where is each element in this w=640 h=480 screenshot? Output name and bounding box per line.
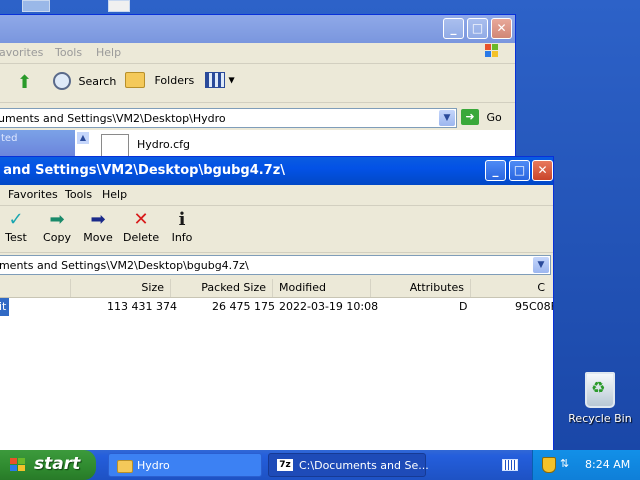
folder-icon (117, 460, 133, 473)
sevenzip-toolbar: ✓ Test ➡ Copy ➡ Move ✕ Delete i Info (0, 206, 553, 253)
delete-icon: ✕ (133, 209, 149, 230)
explorer-address-text: cuments and Settings\VM2\Desktop\Hydro (0, 112, 226, 125)
sevenzip-address-bar[interactable]: uments and Settings\VM2\Desktop\bgubg4.7… (0, 255, 551, 275)
7zip-icon: 7z (277, 459, 293, 471)
copy-icon: ➡ (49, 209, 65, 230)
start-label: start (34, 454, 81, 474)
explorer-menubar: avorites Tools Help (0, 43, 515, 64)
scroll-up-icon[interactable]: ▲ (77, 132, 89, 144)
move-icon: ➡ (90, 209, 106, 230)
taskbar: start Hydro 7z C:\Documents and Se... ⇅ … (0, 450, 640, 480)
test-button[interactable]: ✓ Test (1, 209, 31, 244)
delete-label: Delete (123, 231, 160, 244)
sevenzip-address-text: uments and Settings\VM2\Desktop\bgubg4.7… (0, 259, 249, 272)
search-button[interactable]: Search (53, 72, 116, 90)
recycle-bin-icon (585, 372, 615, 408)
sevenzip-titlebar[interactable]: s and Settings\VM2\Desktop\bgubg4.7z\ _ … (0, 157, 553, 185)
windows-flag-icon (10, 458, 26, 472)
start-button[interactable]: start (0, 450, 96, 480)
clock[interactable]: 8:24 AM (585, 458, 630, 471)
go-arrow-icon: ➜ (461, 109, 479, 125)
move-label: Move (83, 231, 113, 244)
move-button[interactable]: ➡ Move (81, 209, 115, 244)
minimize-button[interactable]: _ (443, 18, 464, 39)
desktop-icon-top-2[interactable] (108, 0, 130, 12)
folders-icon (125, 72, 145, 88)
chevron-down-icon: ▼ (228, 75, 235, 85)
column-name[interactable] (0, 279, 71, 297)
list-header: Size Packed Size Modified Attributes C (0, 279, 553, 298)
taskbar-item-7zip[interactable]: 7z C:\Documents and Se... (268, 453, 429, 477)
security-shield-icon[interactable] (542, 457, 556, 473)
column-modified[interactable]: Modified (273, 279, 371, 297)
delete-button[interactable]: ✕ Delete (123, 209, 159, 244)
maximize-button[interactable]: □ (467, 18, 488, 39)
file-name: Hydro.cfg (137, 138, 190, 151)
row-name: it (0, 298, 9, 316)
windows-logo-icon (483, 42, 501, 60)
window-title: s and Settings\VM2\Desktop\bgubg4.7z\ (0, 163, 286, 178)
row-attributes: D (459, 300, 468, 313)
copy-button[interactable]: ➡ Copy (41, 209, 73, 244)
views-icon (205, 72, 225, 88)
search-icon (53, 72, 71, 90)
copy-label: Copy (43, 231, 71, 244)
row-crc: 95C08F (515, 300, 554, 313)
column-packed-size[interactable]: Packed Size (171, 279, 273, 297)
test-label: Test (5, 231, 27, 244)
minimize-button[interactable]: _ (485, 160, 506, 181)
taskbar-item-label: C:\Documents and Se... (299, 459, 429, 472)
menu-favorites[interactable]: avorites (0, 46, 43, 59)
menu-help[interactable]: Help (96, 46, 121, 59)
up-folder-icon[interactable]: ⬆ (17, 72, 32, 93)
system-tray: ⇅ 8:24 AM (532, 450, 640, 480)
explorer-titlebar[interactable]: _ □ ✕ (0, 15, 515, 43)
menu-tools[interactable]: Tools (55, 46, 82, 59)
address-dropdown-icon[interactable]: ▼ (533, 257, 549, 273)
menu-help[interactable]: Help (102, 188, 127, 201)
recycle-bin-label: Recycle Bin (568, 412, 632, 425)
address-dropdown-icon[interactable]: ▼ (439, 110, 455, 126)
test-icon: ✓ (8, 209, 24, 230)
taskbar-item-label: Hydro (137, 459, 170, 472)
sevenzip-menubar: Favorites Tools Help (0, 185, 553, 206)
column-size[interactable]: Size (71, 279, 171, 297)
menu-favorites[interactable]: Favorites (8, 188, 58, 201)
go-label: Go (486, 110, 502, 124)
desktop-icon-top-1[interactable] (22, 0, 50, 12)
row-modified: 2022-03-19 10:08 (279, 300, 379, 313)
network-icon[interactable]: ⇅ (560, 457, 574, 471)
info-label: Info (171, 231, 193, 244)
folders-button[interactable]: Folders (125, 72, 194, 88)
menu-tools[interactable]: Tools (65, 188, 92, 201)
taskbar-item-hydro[interactable]: Hydro (108, 453, 262, 477)
views-button[interactable]: ▼ (205, 72, 235, 88)
row-packed-size: 26 475 175 (212, 300, 275, 313)
table-row[interactable]: it 113 431 374 26 475 175 2022-03-19 10:… (0, 298, 553, 316)
row-size: 113 431 374 (107, 300, 177, 313)
close-button[interactable]: ✕ (491, 18, 512, 39)
task-pane-text: ted (1, 133, 18, 144)
maximize-button[interactable]: □ (509, 160, 530, 181)
explorer-window: _ □ ✕ avorites Tools Help ⬆ Search Folde… (0, 14, 516, 164)
info-button[interactable]: i Info (169, 209, 195, 244)
sevenzip-window: s and Settings\VM2\Desktop\bgubg4.7z\ _ … (0, 156, 554, 456)
address-area: uments and Settings\VM2\Desktop\bgubg4.7… (0, 253, 553, 279)
go-button[interactable]: ➜ Go (461, 109, 502, 125)
info-icon: i (178, 209, 186, 230)
search-label: Search (78, 74, 117, 88)
folders-label: Folders (154, 73, 195, 87)
column-crc[interactable]: C (471, 279, 551, 297)
keyboard-icon[interactable] (502, 459, 518, 471)
explorer-toolbar: ⬆ Search Folders ▼ (0, 64, 515, 103)
recycle-bin[interactable]: Recycle Bin (566, 372, 634, 425)
close-button[interactable]: ✕ (532, 160, 553, 181)
explorer-address-bar[interactable]: cuments and Settings\VM2\Desktop\Hydro ▼ (0, 108, 457, 128)
column-attributes[interactable]: Attributes (371, 279, 471, 297)
